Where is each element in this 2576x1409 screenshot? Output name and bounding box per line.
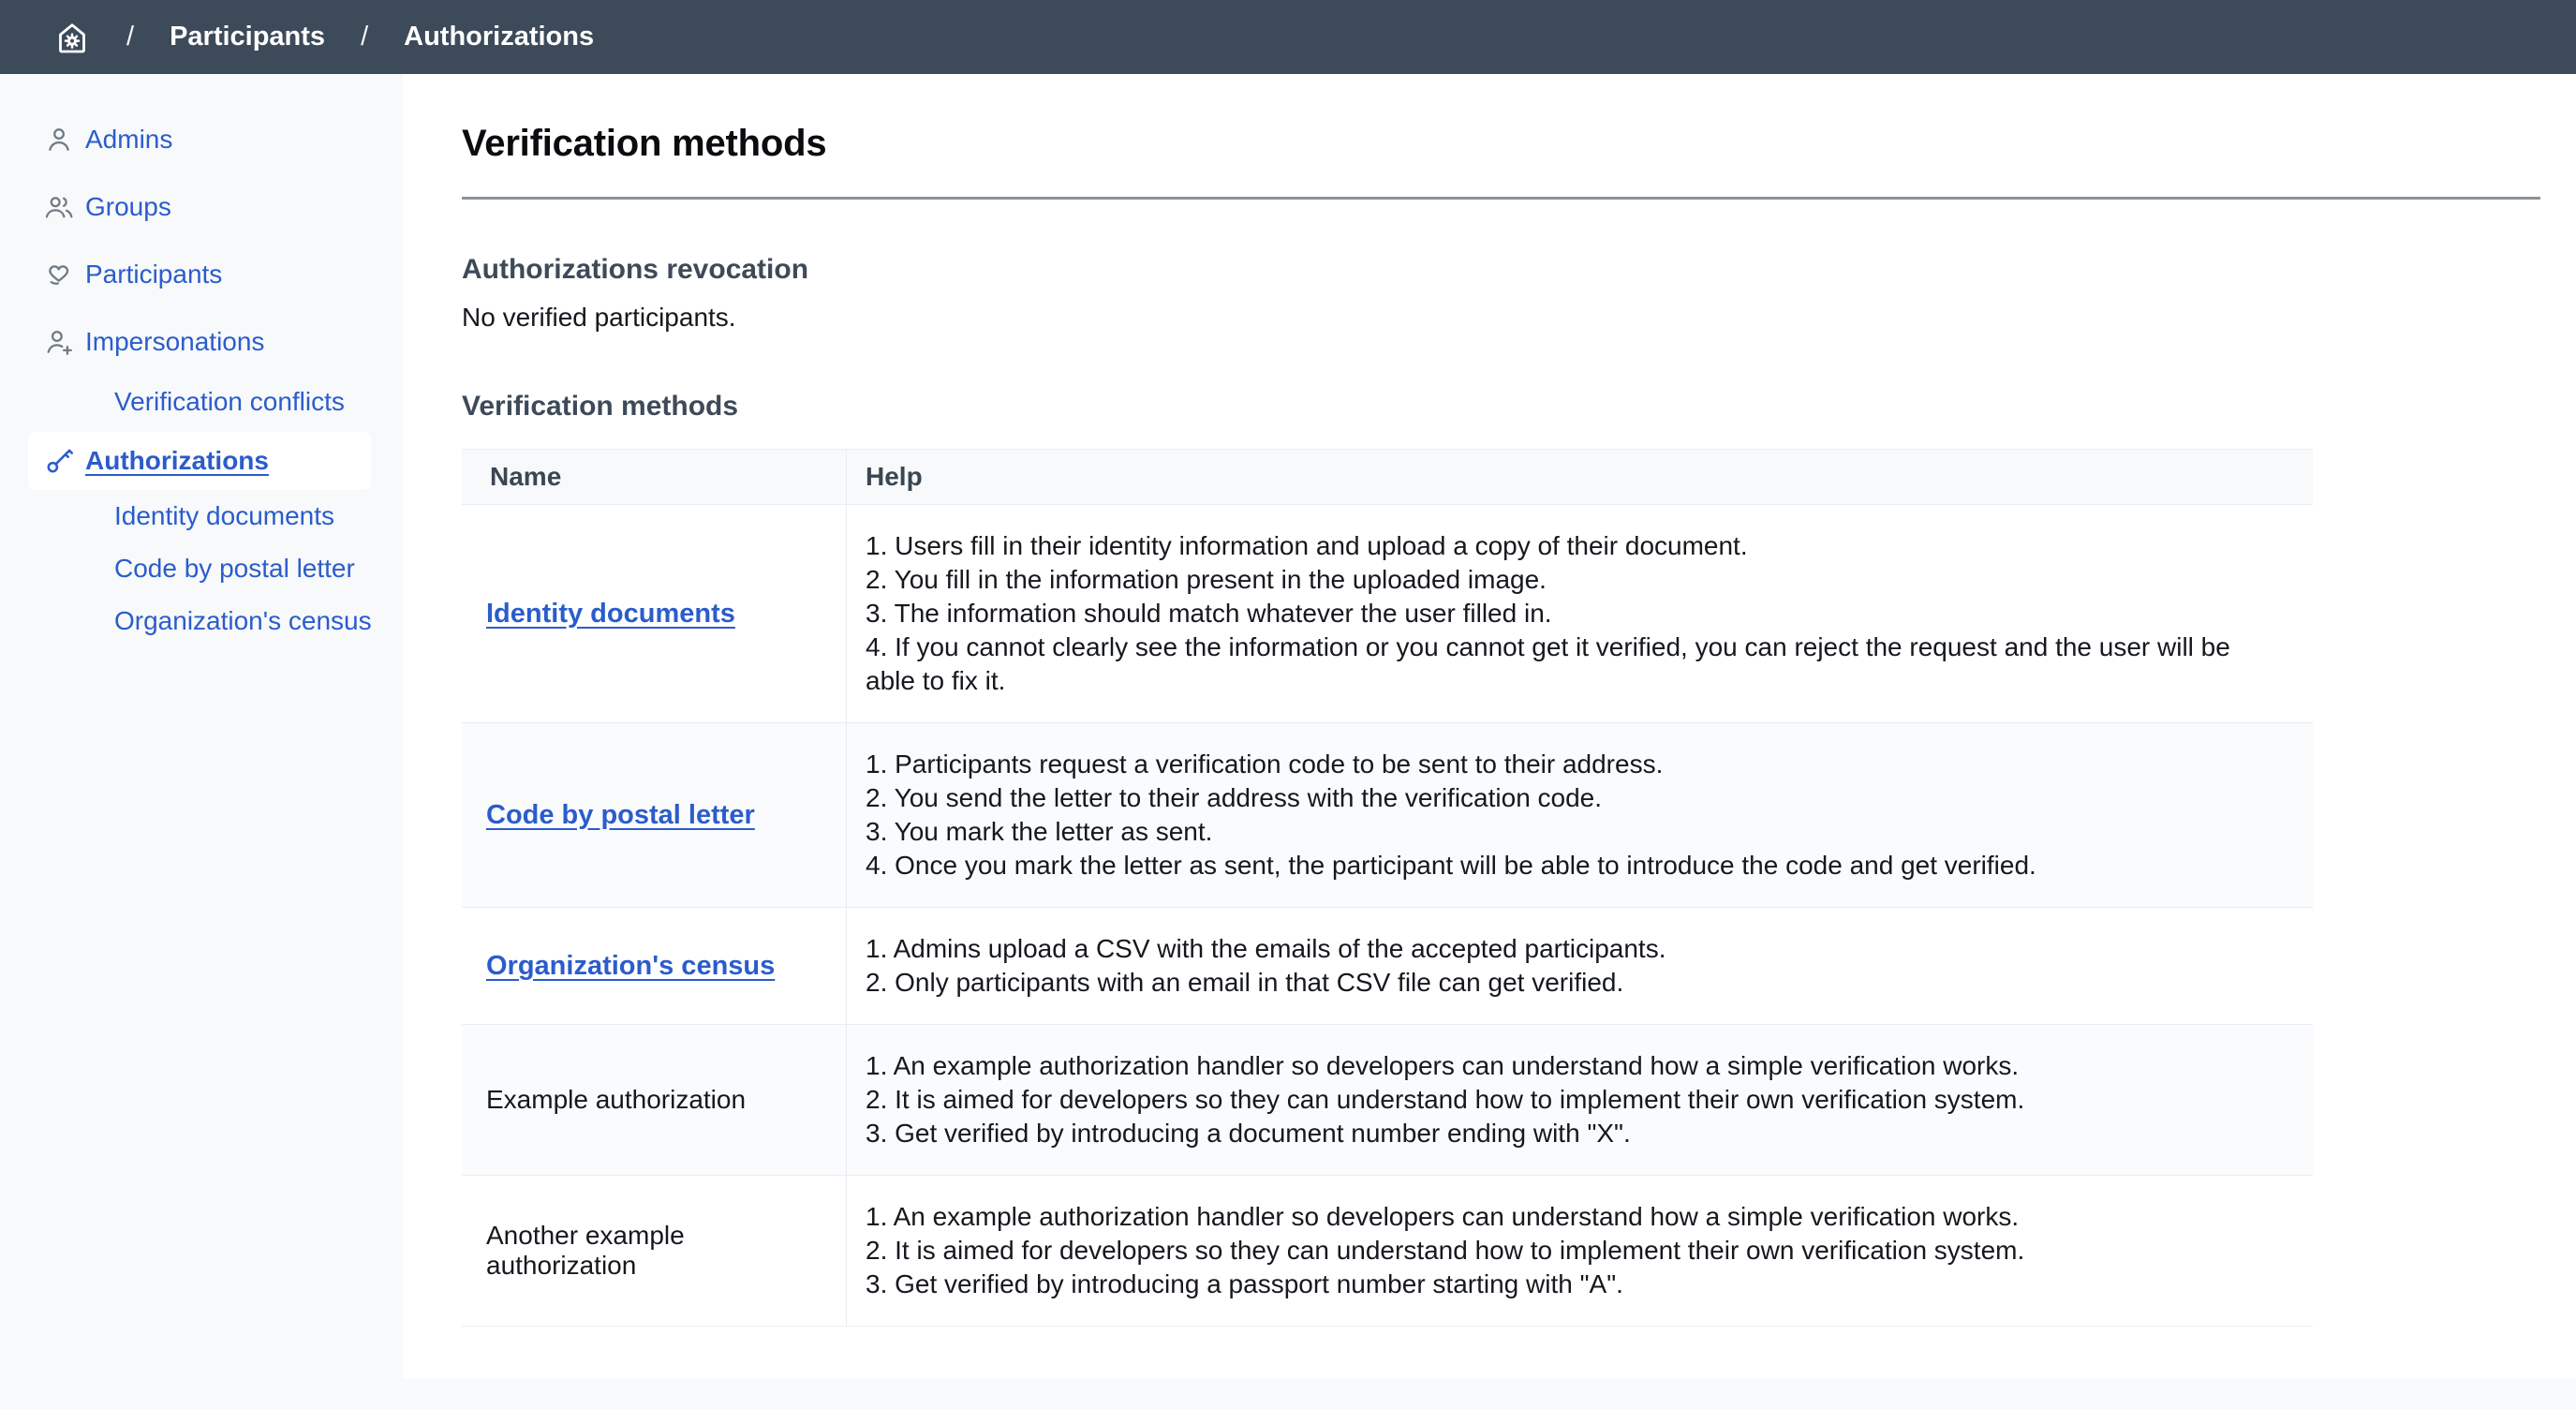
method-link-code-by-postal-letter[interactable]: Code by postal letter (486, 800, 755, 831)
revocation-heading: Authorizations revocation (462, 254, 2540, 286)
breadcrumb: / Participants / Authorizations (53, 19, 594, 56)
sidebar-item-label: Code by postal letter (114, 554, 355, 584)
help-step: 4. If you cannot clearly see the informa… (866, 630, 2285, 698)
help-step: 4. Once you mark the letter as sent, the… (866, 849, 2285, 882)
help-step: 3. You mark the letter as sent. (866, 815, 2285, 849)
user-icon (43, 124, 75, 156)
home-gear-icon (53, 19, 91, 56)
help-step: 1. Admins upload a CSV with the emails o… (866, 932, 2285, 966)
sidebar-item-code-by-postal-letter[interactable]: Code by postal letter (0, 542, 403, 595)
sidebar-item-label: Impersonations (85, 327, 264, 357)
help-step: 2. Only participants with an email in th… (866, 966, 2285, 1000)
sidebar-item-impersonations[interactable]: Impersonations (0, 308, 403, 376)
table-row: Another example authorization 1. An exam… (462, 1175, 2313, 1326)
method-link-identity-documents[interactable]: Identity documents (486, 599, 735, 630)
help-step: 1. An example authorization handler so d… (866, 1200, 2285, 1234)
group-icon (43, 191, 75, 223)
hand-heart-icon (43, 259, 75, 290)
key-icon (43, 445, 75, 477)
title-divider (462, 197, 2540, 200)
user-add-icon (43, 326, 75, 358)
help-step: 1. Users fill in their identity informat… (866, 529, 2285, 563)
sidebar-item-identity-documents[interactable]: Identity documents (0, 490, 403, 542)
sidebar-item-authorizations[interactable]: Authorizations (28, 432, 371, 490)
revocation-body: No verified participants. (462, 303, 2540, 333)
sidebar-item-admins[interactable]: Admins (0, 106, 403, 173)
sidebar-item-label: Identity documents (114, 501, 334, 531)
table-row: Identity documents 1. Users fill in thei… (462, 504, 2313, 722)
breadcrumb-separator: / (126, 22, 134, 52)
help-step: 3. Get verified by introducing a documen… (866, 1117, 2285, 1150)
sidebar-item-groups[interactable]: Groups (0, 173, 403, 241)
sidebar-item-participants[interactable]: Participants (0, 241, 403, 308)
help-step: 3. Get verified by introducing a passpor… (866, 1268, 2285, 1301)
app-root: / Participants / Authorizations Admins (0, 0, 2576, 1409)
verification-methods-table: Name Help Identity documents 1. Users fi… (462, 449, 2313, 1327)
column-header-help: Help (846, 450, 2313, 504)
breadcrumb-separator: / (361, 22, 368, 52)
table-row: Code by postal letter 1. Participants re… (462, 722, 2313, 907)
sidebar-item-label: Verification conflicts (114, 387, 345, 417)
table-header-row: Name Help (462, 449, 2313, 504)
sidebar-item-label: Organization's census (114, 606, 372, 636)
table-row: Example authorization 1. An example auth… (462, 1024, 2313, 1175)
methods-heading: Verification methods (462, 391, 2540, 423)
top-navbar: / Participants / Authorizations (0, 0, 2576, 74)
sidebar-item-verification-conflicts[interactable]: Verification conflicts (0, 376, 403, 428)
breadcrumb-participants[interactable]: Participants (170, 22, 325, 52)
sidebar-item-label: Authorizations (85, 446, 269, 476)
help-step: 2. You fill in the information present i… (866, 563, 2285, 597)
help-step: 1. Participants request a verification c… (866, 748, 2285, 781)
method-link-organizations-census[interactable]: Organization's census (486, 951, 775, 982)
main-content: Verification methods Authorizations revo… (403, 74, 2576, 1379)
breadcrumb-authorizations[interactable]: Authorizations (404, 22, 594, 52)
help-step: 2. You send the letter to their address … (866, 781, 2285, 815)
help-step: 2. It is aimed for developers so they ca… (866, 1234, 2285, 1268)
sidebar-item-label: Admins (85, 125, 172, 155)
sidebar-item-label: Participants (85, 260, 222, 289)
sidebar-item-organizations-census[interactable]: Organization's census (0, 595, 403, 647)
method-name-another-example-authorization: Another example authorization (486, 1221, 827, 1281)
column-header-name: Name (462, 450, 846, 504)
help-step: 2. It is aimed for developers so they ca… (866, 1083, 2285, 1117)
table-row: Organization's census 1. Admins upload a… (462, 907, 2313, 1024)
home-breadcrumb-link[interactable] (53, 19, 91, 56)
method-name-example-authorization: Example authorization (486, 1085, 746, 1115)
admin-sidebar: Admins Groups Participants (0, 74, 403, 1409)
help-step: 3. The information should match whatever… (866, 597, 2285, 630)
sidebar-item-label: Groups (85, 192, 171, 222)
help-step: 1. An example authorization handler so d… (866, 1049, 2285, 1083)
page-title: Verification methods (462, 123, 2540, 165)
